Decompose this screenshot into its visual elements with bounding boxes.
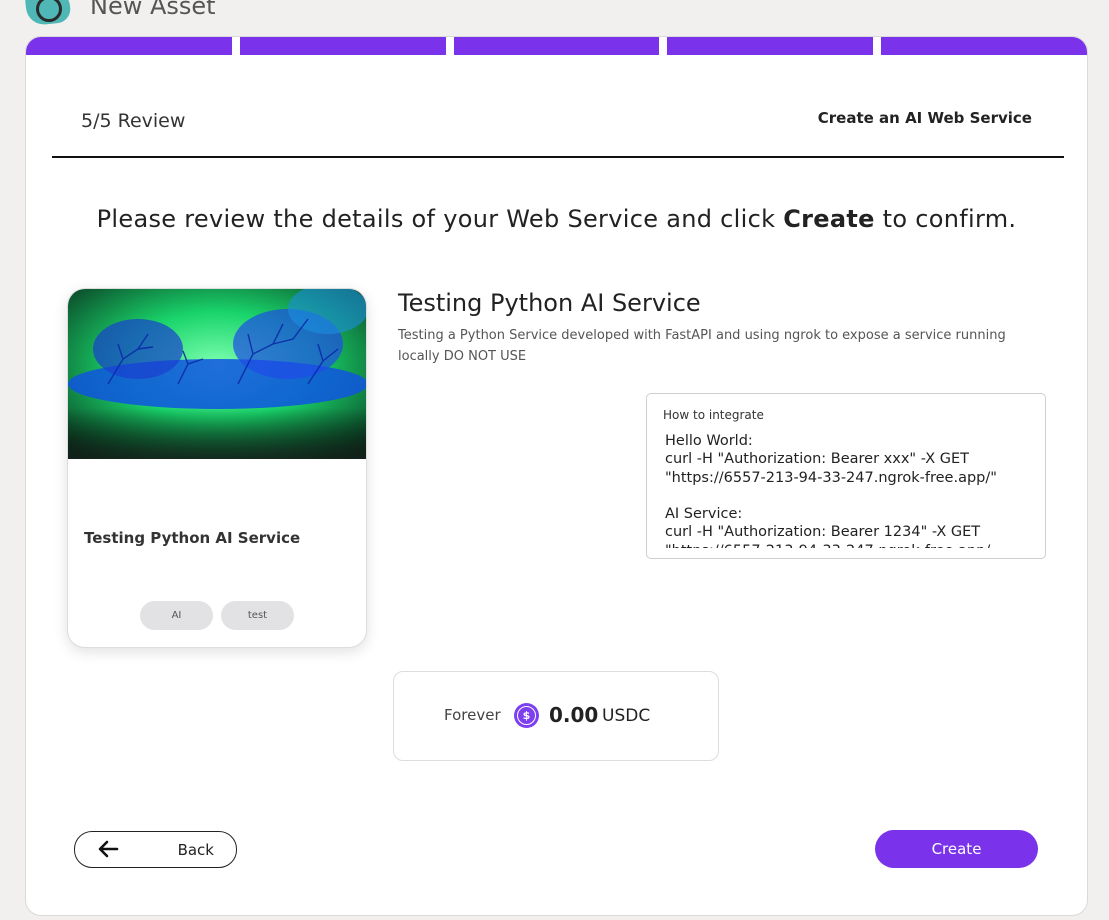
integration-box[interactable]: How to integrate Hello World: curl -H "A… — [646, 393, 1046, 559]
asset-card-name: Testing Python AI Service — [84, 529, 301, 547]
step-segment-1 — [26, 37, 232, 55]
step-segment-3 — [453, 37, 660, 55]
instruction-text: Please review the details of your Web Se… — [96, 205, 784, 233]
back-button-label: Back — [177, 841, 214, 859]
wizard-panel: 5/5 Review Create an AI Web Service Plea… — [25, 36, 1088, 916]
instruction-text-end: to confirm. — [874, 205, 1017, 233]
arrow-left-icon — [98, 840, 119, 858]
step-progress-bar — [26, 37, 1087, 55]
integration-label: How to integrate — [663, 408, 764, 422]
service-description: Testing a Python Service developed with … — [398, 328, 1006, 364]
create-button[interactable]: Create — [875, 830, 1038, 868]
usdc-coin-icon: $ — [514, 703, 539, 728]
pricing-box: Forever $ 0.00 USDC — [393, 671, 719, 761]
step-segment-2 — [239, 37, 446, 55]
asset-cover-image — [68, 289, 366, 459]
instruction-bold: Create — [783, 205, 875, 233]
asset-preview-card[interactable]: Testing Python AI Service AI test — [67, 288, 367, 648]
service-title: Testing Python AI Service — [398, 289, 701, 317]
app-header: New Asset — [24, 0, 216, 27]
back-button[interactable]: Back — [74, 831, 237, 868]
pricing-amount: 0.00 — [549, 703, 599, 727]
create-button-label: Create — [931, 840, 982, 858]
step-label: 5/5 Review — [81, 110, 186, 132]
integration-code[interactable]: Hello World: curl -H "Authorization: Bea… — [665, 432, 1025, 548]
logo-icon — [24, 0, 72, 27]
step-segment-5 — [881, 37, 1087, 55]
page-title: New Asset — [90, 0, 216, 20]
pricing-currency: USDC — [602, 706, 651, 726]
step-segment-4 — [667, 37, 874, 55]
tag-chip: test — [221, 601, 294, 630]
step-title: Create an AI Web Service — [817, 109, 1032, 127]
review-instruction: Please review the details of your Web Se… — [26, 205, 1087, 233]
pricing-period: Forever — [444, 706, 501, 724]
tag-chip: AI — [140, 601, 213, 630]
divider — [52, 156, 1064, 158]
tag-list: AI test — [68, 601, 366, 630]
